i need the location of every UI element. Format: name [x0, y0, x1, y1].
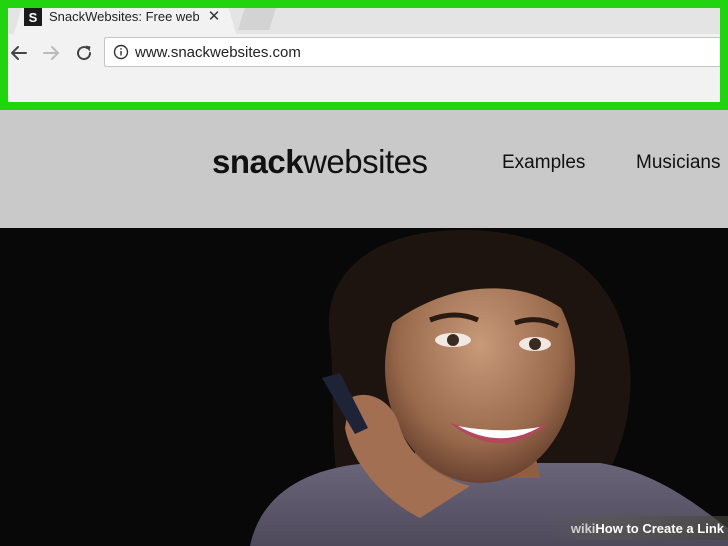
- info-icon[interactable]: [113, 44, 129, 60]
- reload-button[interactable]: [71, 40, 97, 66]
- site-header: snackwebsites Examples Musicians: [0, 110, 728, 228]
- logo-regular-part: websites: [303, 143, 428, 180]
- back-arrow-icon: [11, 46, 27, 60]
- forward-arrow-icon: [43, 46, 59, 60]
- favicon-icon: S: [24, 8, 42, 26]
- wikihow-watermark: wikiHow to Create a Link: [548, 516, 728, 540]
- logo-bold-part: snack: [212, 143, 304, 180]
- browser-chrome: S SnackWebsites: Free web ✕ www.snackweb…: [0, 0, 728, 110]
- nav-link-examples[interactable]: Examples: [502, 152, 585, 174]
- address-bar[interactable]: www.snackwebsites.com: [104, 37, 728, 67]
- hero-image: wikiHow to Create a Link: [0, 228, 728, 546]
- close-icon[interactable]: ✕: [206, 6, 222, 26]
- tab-strip: S SnackWebsites: Free web ✕: [0, 0, 728, 34]
- site-logo[interactable]: snackwebsites: [212, 143, 428, 181]
- tab-title: SnackWebsites: Free web: [49, 9, 199, 24]
- browser-toolbar: www.snackwebsites.com: [0, 34, 728, 76]
- reload-icon: [77, 45, 92, 61]
- new-tab-button[interactable]: [238, 8, 276, 30]
- back-button[interactable]: [6, 40, 32, 66]
- nav-link-musicians[interactable]: Musicians: [636, 152, 720, 174]
- url-text[interactable]: www.snackwebsites.com: [135, 44, 301, 61]
- forward-button[interactable]: [38, 40, 64, 66]
- hero-photo: [250, 229, 728, 546]
- watermark-text: How to Create a Link: [595, 520, 724, 536]
- watermark-prefix: wiki: [570, 520, 596, 536]
